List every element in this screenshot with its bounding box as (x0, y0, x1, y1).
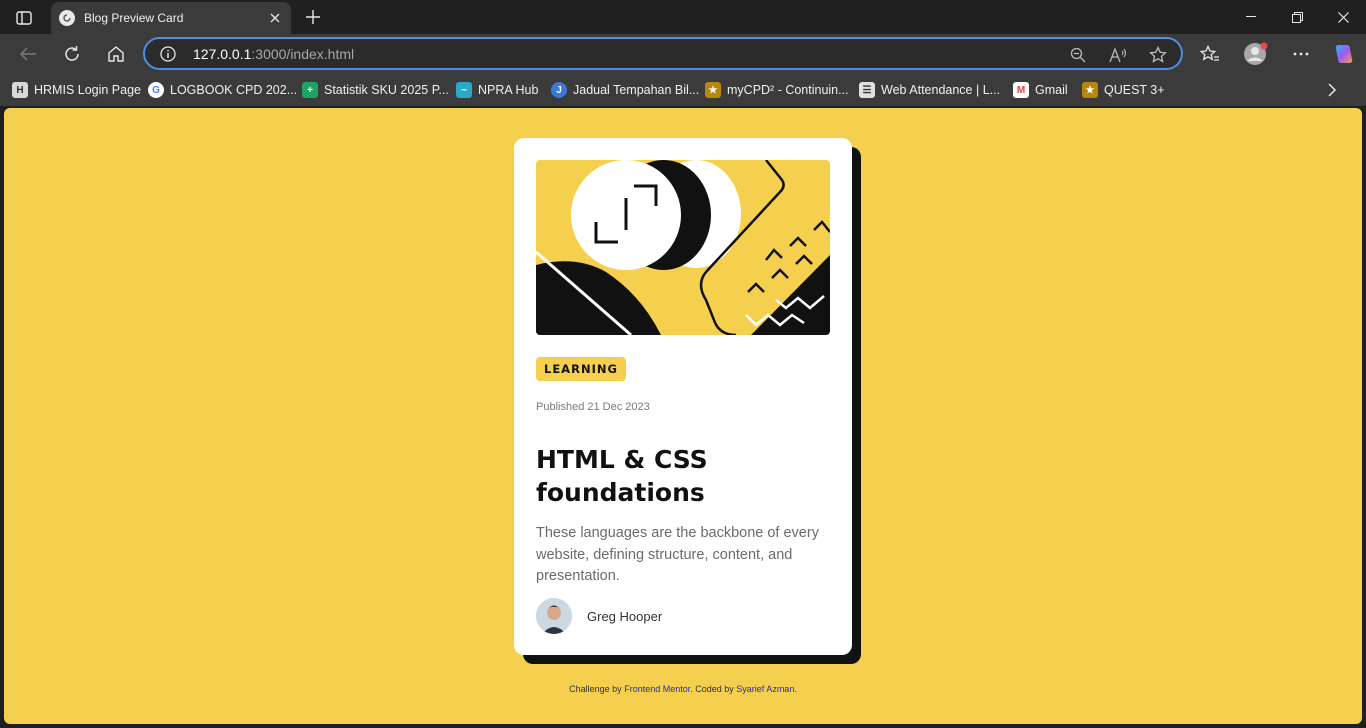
close-icon[interactable] (263, 6, 287, 30)
bookmark-web-attendance[interactable]: ☰ Web Attendance | L... (859, 80, 1000, 100)
more-icon[interactable] (1285, 38, 1317, 70)
bookmark-jadual[interactable]: J Jadual Tempahan Bil... (551, 80, 699, 100)
star-icon[interactable] (1147, 44, 1169, 66)
chevron-right-icon[interactable] (1324, 82, 1340, 98)
crest-icon: ★ (705, 82, 721, 98)
restore-icon[interactable] (1274, 0, 1320, 34)
read-aloud-icon[interactable] (1107, 44, 1129, 66)
address-bar[interactable]: 127.0.0.1:3000/index.html (143, 37, 1183, 70)
url-path: :3000/index.html (251, 45, 355, 62)
plus-icon[interactable] (299, 4, 327, 30)
card-description: These languages are the backbone of ever… (536, 525, 819, 584)
refresh-icon[interactable] (56, 38, 88, 70)
url-host: 127.0.0.1 (193, 45, 252, 62)
bookmarks-bar: H HRMIS Login Page G LOGBOOK CPD 202... … (0, 74, 1366, 106)
sheets-icon: + (302, 82, 318, 98)
favorites-icon[interactable] (1194, 38, 1226, 70)
zoom-out-icon[interactable] (1067, 44, 1089, 66)
attribution: Challenge by Frontend Mentor. Coded by S… (569, 684, 797, 694)
author: Greg Hooper (536, 598, 662, 634)
hrmis-icon: H (12, 82, 28, 98)
card-title[interactable]: HTML & CSS foundations (536, 443, 830, 509)
sidebar-icon[interactable] (10, 7, 38, 29)
tab-blog-preview[interactable]: Blog Preview Card (51, 2, 291, 34)
bookmark-logbook[interactable]: G LOGBOOK CPD 202... (148, 80, 297, 100)
frontend-mentor-link[interactable]: Frontend Mentor (624, 684, 690, 694)
bookmark-quest[interactable]: ★ QUEST 3+ (1082, 80, 1165, 100)
bookmark-statistik[interactable]: + Statistik SKU 2025 P... (302, 80, 449, 100)
profile-icon[interactable] (1240, 38, 1272, 70)
blog-preview-card[interactable]: LEARNING Published 21 Dec 2023 HTML & CS… (514, 138, 852, 655)
gmail-icon: M (1013, 82, 1029, 98)
document-icon: ☰ (859, 82, 875, 98)
tab-title: Blog Preview Card (84, 11, 184, 25)
avatar (536, 598, 572, 634)
author-name: Greg Hooper (587, 608, 663, 624)
toolbar: 127.0.0.1:3000/index.html (0, 34, 1366, 74)
jadual-icon: J (551, 82, 567, 98)
tab-favicon-icon (59, 10, 75, 26)
card-illustration (536, 160, 830, 335)
category-tag: LEARNING (536, 357, 626, 381)
copilot-icon[interactable] (1328, 38, 1360, 70)
bookmark-mycpd[interactable]: ★ myCPD² - Continuin... (705, 80, 849, 100)
author-link[interactable]: Syarief Azman (736, 684, 794, 694)
page-viewport: LEARNING Published 21 Dec 2023 HTML & CS… (4, 108, 1362, 724)
home-icon[interactable] (100, 38, 132, 70)
bookmark-gmail[interactable]: M Gmail (1013, 80, 1068, 100)
npra-icon: ~ (456, 82, 472, 98)
published-date: Published 21 Dec 2023 (536, 401, 650, 413)
minimize-icon[interactable] (1228, 0, 1274, 34)
info-icon[interactable] (159, 45, 177, 63)
bookmark-hrmis[interactable]: H HRMIS Login Page (12, 80, 141, 100)
google-icon: G (148, 82, 164, 98)
bookmark-npra[interactable]: ~ NPRA Hub (456, 80, 538, 100)
close-window-icon[interactable] (1320, 0, 1366, 34)
back-icon[interactable] (12, 38, 44, 70)
title-bar: Blog Preview Card (0, 0, 1366, 34)
crest-icon: ★ (1082, 82, 1098, 98)
